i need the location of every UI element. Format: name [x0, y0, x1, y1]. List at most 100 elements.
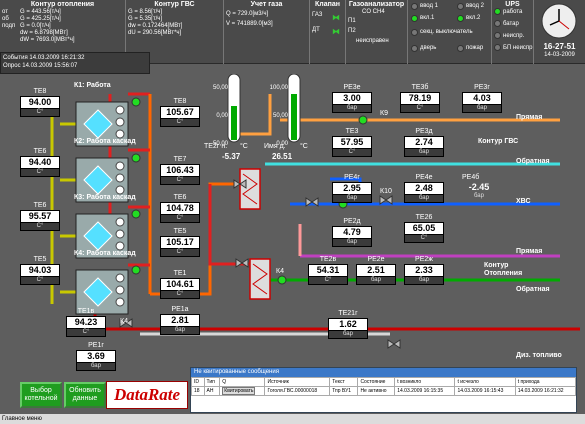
refresh-data-button[interactable]: Обновить данные	[64, 382, 106, 408]
analyzer-title: Газоанализатор	[348, 1, 405, 8]
indicator-icon	[411, 15, 418, 22]
sensor-pe2zh[interactable]: PE2ж 2.33 бар	[404, 256, 444, 285]
sensor-te7[interactable]: ТЕ7 106.43 С°	[160, 156, 200, 185]
alarm-window[interactable]: Не квитированные сообщения ID Тип Q Источни…	[190, 367, 577, 413]
sensor-unit: С°	[20, 223, 60, 231]
sensor-te5r[interactable]: ТЕ5 105.17 С°	[160, 228, 200, 257]
analyzer-p2: П2	[348, 28, 356, 34]
clock-date: 14-03-2009	[544, 52, 575, 58]
line-fuel: Диз. топливо	[516, 352, 562, 359]
sensor-te8r[interactable]: ТЕ8 105.67 С°	[160, 98, 200, 127]
sensor-value: 105.67	[160, 106, 200, 119]
hotwater-row: dU = 290.56[МВт*ч]	[128, 30, 182, 36]
sensor-unit: С°	[160, 215, 200, 223]
heating-row: dw = 6.8798[МВт]	[20, 30, 68, 36]
sensor-name: ТЕ8	[33, 88, 47, 95]
line-hw-title: Контур ГВС	[478, 138, 519, 145]
sensor-name: ТЕ5	[33, 256, 47, 263]
table-row[interactable]: 18 АН Квитировать Гоголя.ГВС.00000018 Тпр …	[191, 386, 577, 396]
sensor-unit: бар	[332, 105, 372, 113]
sensor-name: PE4г	[344, 174, 360, 181]
sensor-unit: С°	[20, 109, 60, 117]
sensor-pe3d[interactable]: PE3д 2.74 бар	[404, 128, 444, 157]
input-label: вкл.2	[466, 15, 481, 21]
sensor-name: ТЕ21г	[338, 310, 358, 317]
cell: Гоголя.ГВС.00000018	[264, 386, 331, 396]
alarm-header-row: ID Тип Q Источник Текст Состояние t возникло t …	[191, 377, 577, 387]
valve-k10-label: К10	[380, 188, 392, 195]
sensor-name: PE1г	[88, 342, 104, 349]
valve-title: Клапан	[315, 1, 340, 8]
indicator-icon	[457, 15, 464, 22]
sensor-pe2e[interactable]: PE2е 2.51 бар	[356, 256, 396, 285]
sensor-te6r[interactable]: ТЕ6 104.78 С°	[160, 194, 200, 223]
sensor-name: PE4е	[415, 174, 433, 181]
left-gauge-value: -5.37	[222, 152, 241, 161]
sensor-name: ТЕ2в	[319, 256, 337, 263]
sensor-unit: бар	[404, 277, 444, 285]
sensor-te1[interactable]: ТЕ1 104.61 С°	[160, 270, 200, 299]
indicator-icon	[457, 45, 464, 52]
sensor-pe3g[interactable]: PE3г 4.03 бар	[462, 84, 502, 113]
sensor-name: ТЕ6	[173, 194, 187, 201]
indicator-icon	[494, 32, 501, 39]
sensor-te26[interactable]: ТЕ26 65.05 С°	[404, 214, 444, 243]
select-boiler-button[interactable]: Выбор котельной	[20, 382, 62, 408]
sensor-te6[interactable]: ТЕ6 94.40 С°	[20, 148, 60, 177]
cell: 14.03.2009 16:15:35	[394, 386, 456, 396]
indicator-icon	[494, 8, 501, 15]
sensor-unit: бар	[404, 149, 444, 157]
sensor-pe4g[interactable]: PE4г 2.95 бар	[332, 174, 372, 203]
acknowledge-button[interactable]: Квитировать	[222, 387, 256, 395]
indicator-icon	[494, 44, 501, 51]
status-bar[interactable]: Главное меню	[0, 414, 585, 424]
sensor-value: 4.03	[462, 92, 502, 105]
sensor-te5[interactable]: ТЕ5 94.03 С°	[20, 256, 60, 285]
sensor-pe3e[interactable]: PE3е 3.00 бар	[332, 84, 372, 113]
sensor-value: 106.43	[160, 164, 200, 177]
sensor-name: ТЕ1в	[77, 308, 95, 315]
sensor-te3[interactable]: ТЕ3б 78.19 С°	[400, 84, 440, 113]
input-label: пожар	[466, 45, 484, 51]
sensor-value: 104.61	[160, 278, 200, 291]
side-label: от	[2, 9, 8, 15]
sensor-unit: С°	[160, 177, 200, 185]
sensor-pe1a[interactable]: PE1а 2.81 бар	[160, 306, 200, 335]
sensor-te66[interactable]: ТЕ6 95.57 С°	[20, 202, 60, 231]
boiler-1-label: К1: Работа	[74, 82, 111, 89]
sensor-pe2d[interactable]: PE2д 4.79 бар	[332, 218, 372, 247]
col-header: t возникло	[394, 377, 456, 387]
sensor-name: PE2д	[343, 218, 361, 225]
sensor-unit: бар	[356, 277, 396, 285]
sensor-pe4b[interactable]: PE4б -2.45 бар	[462, 174, 496, 200]
sensor-te3z[interactable]: ТЕ3 57.95 С°	[332, 128, 372, 157]
sensor-te1b[interactable]: ТЕ1в 94.23 С°	[66, 308, 106, 337]
sensor-te21[interactable]: ТЕ21г 1.62 бар	[328, 310, 368, 339]
sensor-te8[interactable]: ТЕ8 94.00 С°	[20, 88, 60, 117]
line-xvs: ХВС	[516, 198, 531, 205]
sensor-name: ТЕ3б	[411, 84, 429, 91]
sensor-pe4e[interactable]: PE4е 2.48 бар	[404, 174, 444, 203]
sensor-te2v[interactable]: ТЕ2в 54.31 С°	[308, 256, 348, 285]
analyzer-sub: CO CH4	[362, 9, 385, 15]
sensor-unit: С°	[400, 105, 440, 113]
right-gauge-name: Имя д.	[264, 143, 286, 150]
left-gauge-name: ТЕ2г н.	[204, 143, 228, 150]
side-label: подп	[2, 23, 16, 29]
sensor-name: ТЕ5	[173, 228, 187, 235]
sensor-name: ТЕ26	[415, 214, 433, 221]
boiler-2-label: К2: Работа каскад	[74, 138, 136, 145]
heating-row: dW = 7693.0[МВт*ч]	[20, 37, 75, 43]
gas-title: Учет газа	[250, 1, 283, 8]
hotwater-row: G = 8.56[т/ч]	[128, 9, 163, 15]
sensor-pe1g[interactable]: PE1г 3.69 бар	[76, 342, 116, 371]
input-label: ввод 1	[420, 3, 439, 9]
sensor-unit: С°	[20, 169, 60, 177]
clock-time: 16-27-51	[543, 42, 576, 51]
events-row: События 14.03.2009 16:21:32	[3, 55, 85, 61]
sensor-unit: бар	[474, 193, 484, 199]
heating-row: G = 0.0[т/ч]	[20, 23, 51, 29]
col-header: Текст	[329, 377, 359, 387]
sensor-value: 2.48	[404, 182, 444, 195]
cell: Не активно	[357, 386, 396, 396]
